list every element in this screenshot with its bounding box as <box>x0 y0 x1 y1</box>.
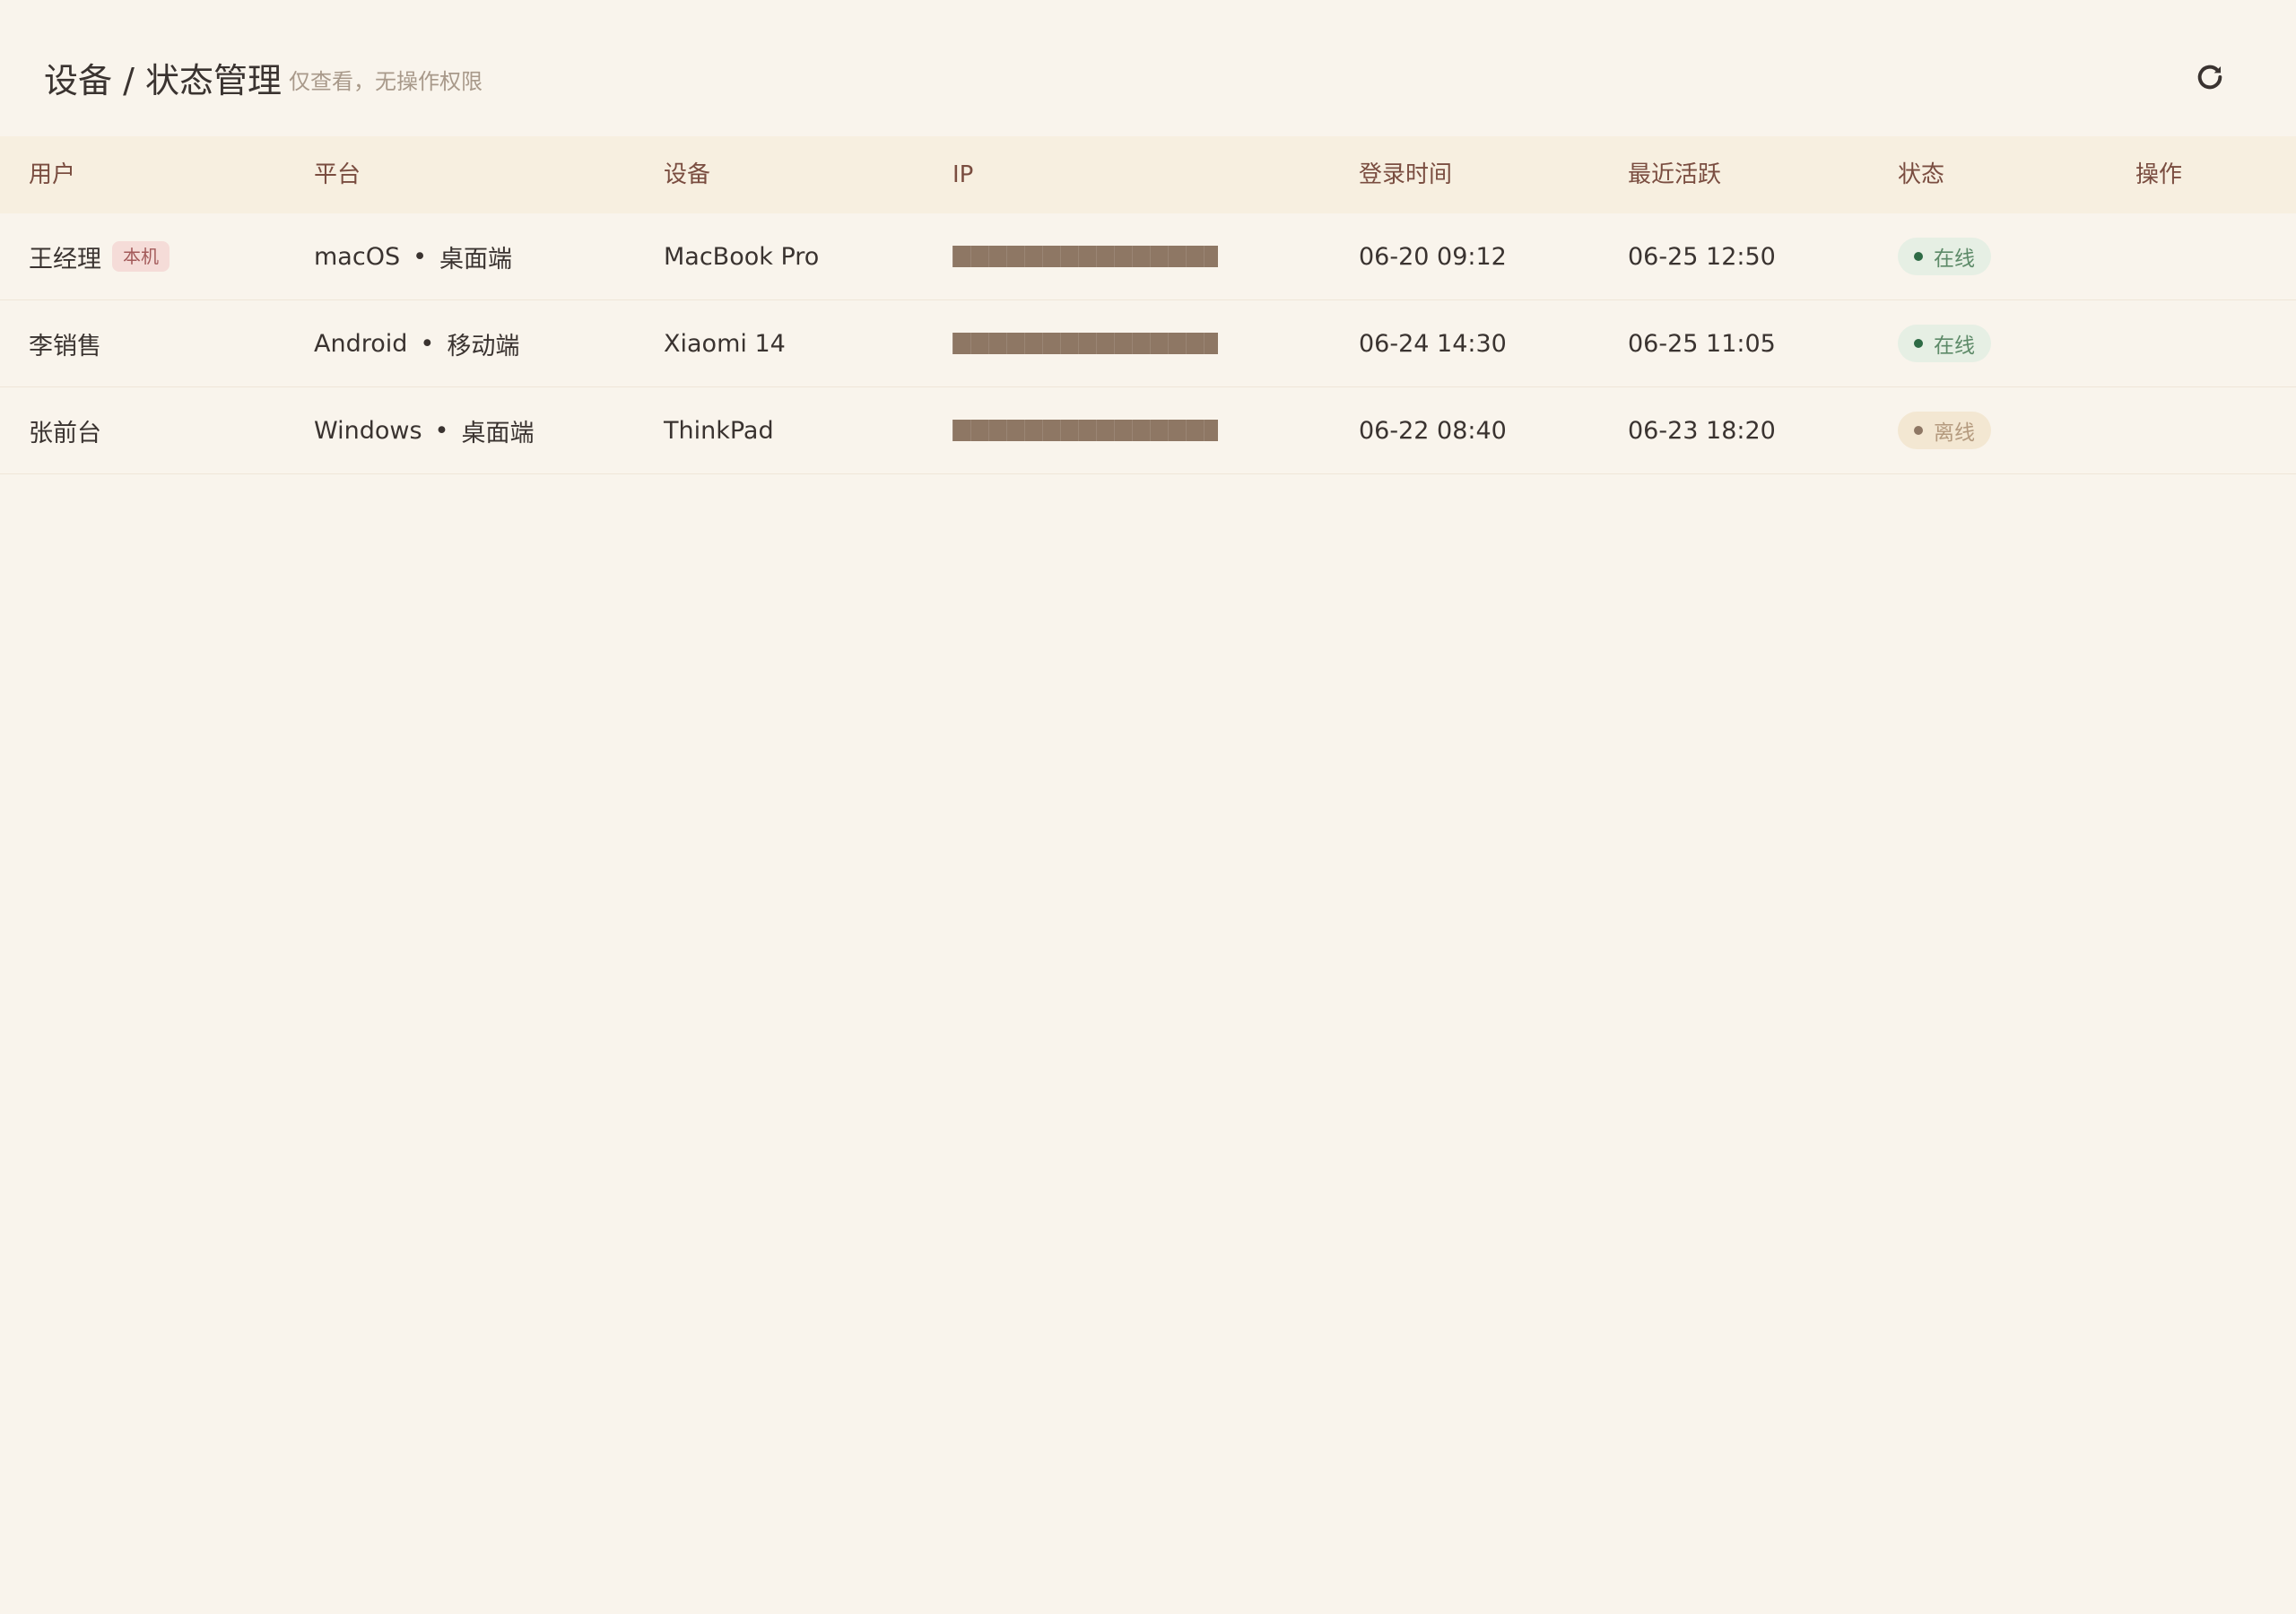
last-active-time: 06-25 11:05 <box>1628 329 1776 358</box>
separator-dot-icon: • <box>434 416 449 445</box>
device-name: ThinkPad <box>664 416 774 445</box>
column-header-platform: 平台 <box>314 161 361 188</box>
user-name: 李销售 <box>29 332 101 360</box>
table-row: 李销售 Android • 移动端 Xiaomi 14 06-24 14:30 … <box>0 300 2296 387</box>
status-badge: 离线 <box>1898 412 1991 449</box>
login-time: 06-22 08:40 <box>1359 416 1507 445</box>
status-badge: 在线 <box>1898 238 1991 275</box>
table-row: 张前台 Windows • 桌面端 ThinkPad 06-22 08:40 0… <box>0 387 2296 474</box>
local-device-badge: 本机 <box>112 241 170 272</box>
column-header-action: 操作 <box>2135 161 2183 188</box>
status-cell: 离线 <box>1898 387 1991 473</box>
column-header-status: 状态 <box>1898 161 1945 188</box>
column-header-device: 设备 <box>664 161 711 188</box>
platform-os: Windows <box>314 416 422 445</box>
device-name: MacBook Pro <box>664 242 820 271</box>
ip-masked <box>952 420 1218 441</box>
status-dot-icon <box>1914 252 1923 261</box>
status-badge: 在线 <box>1898 325 1991 362</box>
separator-dot-icon: • <box>413 242 428 271</box>
refresh-icon <box>2197 65 2222 90</box>
ip-cell <box>952 300 1218 386</box>
column-header-login-time: 登录时间 <box>1359 161 1453 188</box>
column-header-ip: IP <box>952 161 974 188</box>
page-title: 设备 / 状态管理 <box>44 61 282 100</box>
status-label: 在线 <box>1934 334 1975 358</box>
status-cell: 在线 <box>1898 300 1991 386</box>
device-table: 用户 平台 设备 IP 登录时间 最近活跃 状态 操作 王经理 本机 macOS… <box>0 136 2296 474</box>
ip-masked <box>952 333 1218 354</box>
page-subtitle: 仅查看，无操作权限 <box>289 69 483 94</box>
ip-cell <box>952 213 1218 299</box>
page-header: 设备 / 状态管理 仅查看，无操作权限 <box>0 0 2296 136</box>
ip-cell <box>952 387 1218 473</box>
user-cell: 王经理 本机 <box>29 213 170 299</box>
table-header: 用户 平台 设备 IP 登录时间 最近活跃 状态 操作 <box>0 136 2296 213</box>
platform-cell: macOS • 桌面端 <box>314 213 512 299</box>
platform-client: 桌面端 <box>439 245 513 273</box>
separator-dot-icon: • <box>420 329 435 358</box>
refresh-button[interactable] <box>2190 57 2230 97</box>
status-label: 离线 <box>1934 421 1975 445</box>
platform-client: 桌面端 <box>461 419 535 447</box>
login-time: 06-20 09:12 <box>1359 242 1507 271</box>
user-name: 张前台 <box>29 419 101 447</box>
platform-os: macOS <box>314 242 401 271</box>
platform-client: 移动端 <box>447 332 520 360</box>
platform-os: Android <box>314 329 408 358</box>
status-label: 在线 <box>1934 247 1975 271</box>
user-name: 王经理 <box>29 245 101 273</box>
platform-cell: Windows • 桌面端 <box>314 387 534 473</box>
status-cell: 在线 <box>1898 213 1991 299</box>
status-dot-icon <box>1914 426 1923 435</box>
status-dot-icon <box>1914 339 1923 348</box>
platform-cell: Android • 移动端 <box>314 300 519 386</box>
table-row: 王经理 本机 macOS • 桌面端 MacBook Pro 06-20 09:… <box>0 213 2296 300</box>
device-name: Xiaomi 14 <box>664 329 786 358</box>
column-header-user: 用户 <box>29 161 76 188</box>
login-time: 06-24 14:30 <box>1359 329 1507 358</box>
user-cell: 李销售 <box>29 300 101 386</box>
column-header-last-active: 最近活跃 <box>1628 161 1722 188</box>
last-active-time: 06-25 12:50 <box>1628 242 1776 271</box>
user-cell: 张前台 <box>29 387 101 473</box>
last-active-time: 06-23 18:20 <box>1628 416 1776 445</box>
ip-masked <box>952 246 1218 267</box>
